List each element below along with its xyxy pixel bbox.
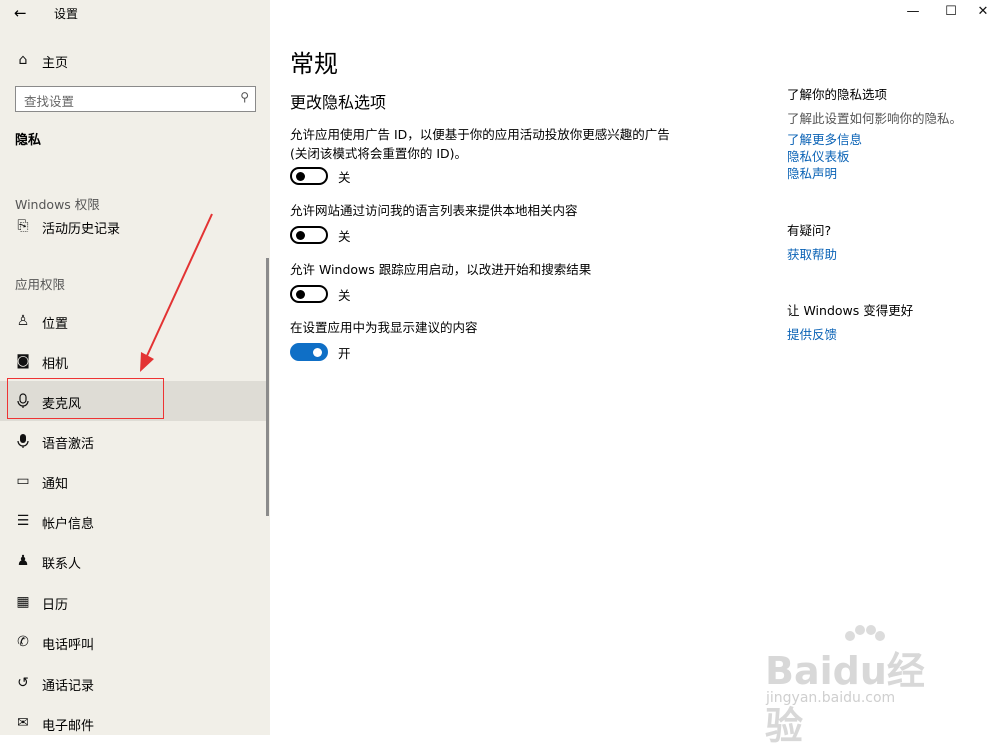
sidebar-item-calendar[interactable]: ▦ 日历 (0, 582, 268, 622)
privacy-options-description: 了解此设置如何影响你的隐私。 (787, 111, 963, 126)
back-arrow-icon[interactable]: ← (14, 4, 27, 22)
option-language-list-text: 允许网站通过访问我的语言列表来提供本地相关内容 (290, 203, 578, 218)
notification-icon: ▭ (16, 473, 30, 489)
watermark-url: jingyan.baidu.com (766, 690, 896, 706)
search-input[interactable]: 查找设置 ⚲ (15, 86, 256, 112)
call-history-icon: ↺ (17, 675, 29, 691)
improve-windows-heading: 让 Windows 变得更好 (787, 303, 914, 318)
sidebar-item-contacts[interactable]: ♟ 联系人 (0, 541, 268, 581)
group-label-app-permissions: 应用权限 (15, 277, 66, 292)
sidebar-item-account-info[interactable]: ☰ 帐户信息 (0, 501, 268, 541)
account-info-icon: ☰ (16, 513, 30, 529)
toggle-state-label: 关 (338, 229, 351, 244)
page-title: 常规 (290, 50, 338, 78)
home-icon: ⌂ (18, 52, 28, 68)
privacy-statement-link[interactable]: 隐私声明 (787, 163, 837, 182)
sidebar-item-camera[interactable]: ◙ 相机 (0, 341, 268, 381)
get-help-link[interactable]: 获取帮助 (787, 244, 837, 263)
toggle-state-label: 开 (338, 346, 351, 361)
give-feedback-link[interactable]: 提供反馈 (787, 324, 837, 343)
sidebar-item-label: 通知 (42, 477, 69, 492)
option-suggested-content-text: 在设置应用中为我显示建议的内容 (290, 320, 478, 335)
sidebar-item-label: 主页 (42, 56, 69, 71)
email-icon: ✉ (17, 715, 29, 731)
minimize-button[interactable]: — (898, 4, 928, 19)
annotation-highlight-box (7, 378, 164, 419)
option-advertising-id-text: 允许应用使用广告 ID，以便基于你的应用活动投放你更感兴趣的广告(关闭该模式将会… (290, 127, 670, 161)
sidebar-item-label: 位置 (42, 317, 69, 332)
sidebar-item-label: 日历 (42, 598, 69, 613)
activity-history-icon: ⎘ (17, 218, 29, 234)
sidebar-item-label: 电子邮件 (42, 719, 95, 734)
suggested-content-toggle[interactable] (290, 343, 328, 361)
sidebar-item-call-history[interactable]: ↺ 通话记录 (0, 663, 268, 703)
search-placeholder: 查找设置 (24, 94, 75, 109)
maximize-button[interactable]: ☐ (936, 4, 966, 19)
contacts-icon: ♟ (16, 553, 30, 569)
sidebar-item-label: 电话呼叫 (42, 638, 95, 653)
sidebar-scrollbar[interactable] (266, 258, 269, 516)
questions-heading: 有疑问? (787, 223, 832, 238)
sidebar-item-location[interactable]: ♙ 位置 (0, 301, 268, 341)
app-launch-tracking-toggle[interactable] (290, 285, 328, 303)
privacy-options-heading: 了解你的隐私选项 (787, 87, 888, 102)
sidebar-item-label: 相机 (42, 357, 69, 372)
sidebar-item-label: 活动历史记录 (42, 222, 121, 237)
toggle-state-label: 关 (338, 170, 351, 185)
calendar-icon: ▦ (16, 594, 30, 610)
search-icon: ⚲ (240, 90, 249, 104)
toggle-state-label: 关 (338, 288, 351, 303)
option-app-launch-tracking-text: 允许 Windows 跟踪应用启动，以改进开始和搜索结果 (290, 262, 592, 277)
sidebar-item-activity-history[interactable]: ⎘ 活动历史记录 (0, 206, 268, 246)
sidebar-item-home[interactable]: ⌂ 主页 (0, 46, 270, 74)
sidebar: ← 设置 ⌂ 主页 查找设置 ⚲ 隐私 Windows 权限 ⎘ 活动历史记录 … (0, 0, 270, 735)
app-title: 设置 (54, 7, 79, 21)
sidebar-item-label: 通话记录 (42, 679, 95, 694)
location-icon: ♙ (16, 313, 30, 329)
sidebar-item-label: 帐户信息 (42, 517, 95, 532)
section-subtitle: 更改隐私选项 (290, 93, 387, 112)
title-bar: ← 设置 (0, 0, 270, 26)
camera-icon: ◙ (16, 353, 30, 369)
sidebar-item-phone-calls[interactable]: ✆ 电话呼叫 (0, 622, 268, 662)
sidebar-item-label: 联系人 (42, 557, 82, 572)
voice-activation-icon (15, 433, 31, 449)
sidebar-item-voice-activation[interactable]: 语音激活 (0, 421, 268, 461)
sidebar-item-notifications[interactable]: ▭ 通知 (0, 461, 268, 501)
advertising-id-toggle[interactable] (290, 167, 328, 185)
phone-icon: ✆ (17, 634, 29, 650)
sidebar-item-label: 语音激活 (42, 437, 95, 452)
language-list-toggle[interactable] (290, 226, 328, 244)
close-button[interactable]: ✕ (968, 4, 998, 19)
baidu-watermark: Baidu经验 jingyan.baidu.com (760, 622, 960, 748)
sidebar-item-email[interactable]: ✉ 电子邮件 (0, 703, 268, 735)
current-section-title: 隐私 (15, 133, 42, 148)
